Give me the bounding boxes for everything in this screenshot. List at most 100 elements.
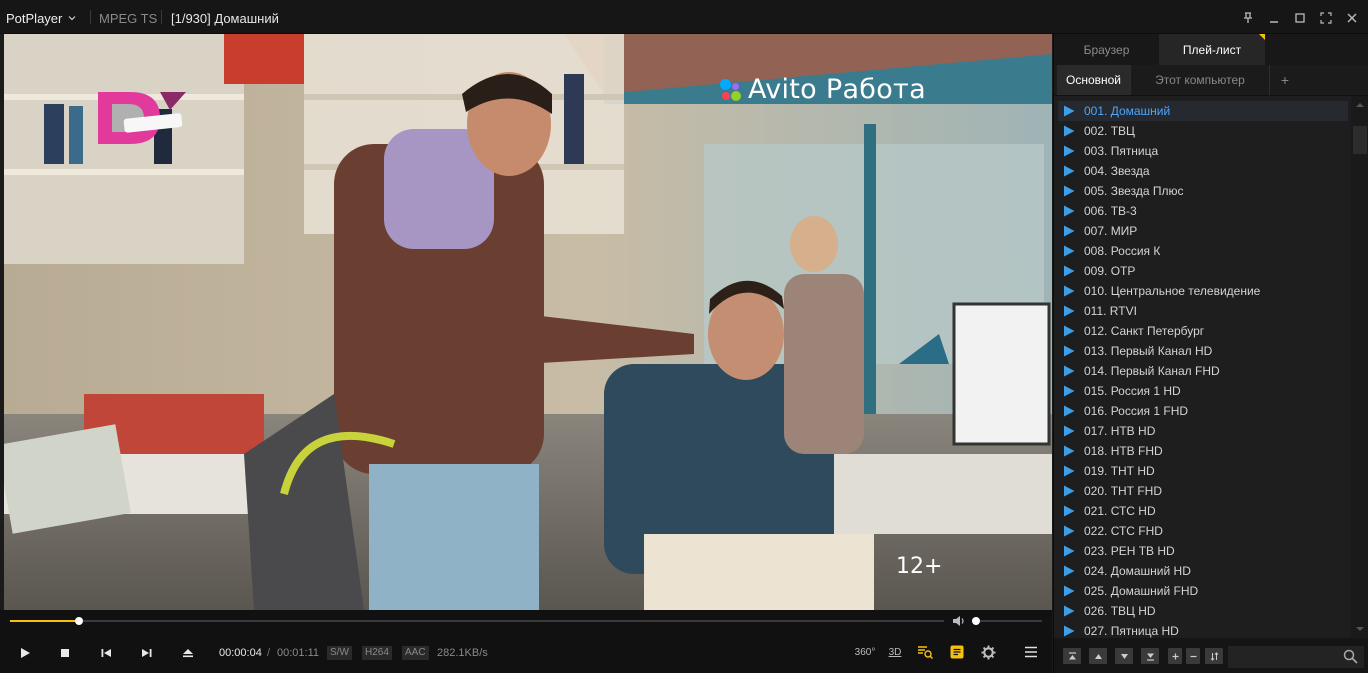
playlist-item[interactable]: 010. Центральное телевидение	[1058, 281, 1348, 301]
active-tab-marker	[1259, 34, 1265, 40]
main-menu-button[interactable]	[1020, 641, 1042, 663]
playlist-toggle-button[interactable]	[946, 641, 968, 663]
play-item-icon	[1064, 465, 1075, 477]
playlist-item[interactable]: 013. Первый Канал HD	[1058, 341, 1348, 361]
playlist-item-label: 019. ТНТ HD	[1084, 464, 1155, 478]
subtab-this-computer[interactable]: Этот компьютер	[1130, 65, 1270, 95]
stop-button[interactable]	[54, 642, 76, 664]
app-menu-button[interactable]: PotPlayer	[6, 8, 76, 28]
close-button[interactable]	[1342, 8, 1362, 28]
playlist-item[interactable]: 011. RTVI	[1058, 301, 1348, 321]
panel-tabs: Браузер Плей-лист	[1054, 34, 1368, 65]
settings-button[interactable]	[977, 641, 999, 663]
previous-button[interactable]	[95, 642, 117, 664]
play-item-icon	[1064, 525, 1075, 537]
playlist-item[interactable]: 004. Звезда	[1058, 161, 1348, 181]
playlist-item-label: 008. Россия К	[1084, 244, 1161, 258]
3d-button[interactable]: 3D	[884, 641, 906, 663]
playlist-item[interactable]: 020. ТНТ FHD	[1058, 481, 1348, 501]
minimize-button[interactable]	[1264, 8, 1284, 28]
seek-handle[interactable]	[75, 617, 84, 625]
remove-item-button[interactable]	[1186, 648, 1200, 664]
maximize-icon	[1295, 13, 1305, 23]
playlist-search-input[interactable]	[1228, 646, 1364, 668]
playlist-item[interactable]: 016. Россия 1 FHD	[1058, 401, 1348, 421]
volume-slider[interactable]	[972, 617, 1042, 625]
scroll-down-icon[interactable]	[1355, 624, 1365, 634]
move-bottom-icon	[1146, 653, 1154, 661]
playlist-item[interactable]: 014. Первый Канал FHD	[1058, 361, 1348, 381]
control-bar: 00:00:04 / 00:01:11 S/W H264 AAC 282.1KB…	[0, 632, 1052, 673]
playlist-item[interactable]: 008. Россия К	[1058, 241, 1348, 261]
playlist-item[interactable]: 019. ТНТ HD	[1058, 461, 1348, 481]
add-playlist-tab-button[interactable]: +	[1270, 65, 1300, 95]
open-file-button[interactable]	[177, 642, 199, 664]
maximize-button[interactable]	[1290, 8, 1310, 28]
seek-bar[interactable]	[10, 617, 944, 625]
play-item-icon	[1064, 325, 1075, 337]
playlist-item[interactable]: 012. Санкт Петербург	[1058, 321, 1348, 341]
playlist-item-label: 013. Первый Канал HD	[1084, 344, 1213, 358]
add-item-button[interactable]	[1168, 648, 1182, 664]
volume-icon[interactable]	[952, 615, 966, 627]
playlist-item[interactable]: 017. НТВ HD	[1058, 421, 1348, 441]
playlist-item[interactable]: 009. ОТР	[1058, 261, 1348, 281]
bitrate-readout: 282.1KB/s	[437, 647, 488, 659]
sort-button[interactable]	[1205, 648, 1223, 664]
playlist-item[interactable]: 015. Россия 1 HD	[1058, 381, 1348, 401]
skip-next-icon	[142, 649, 152, 657]
play-item-icon	[1064, 505, 1075, 517]
total-duration: 00:01:11	[277, 647, 320, 659]
playlist-item[interactable]: 007. МИР	[1058, 221, 1348, 241]
playlist-item[interactable]: 027. Пятница HD	[1058, 621, 1348, 638]
media-title: [1/930] Домашний	[171, 11, 279, 26]
playlist-item[interactable]: 023. РЕН ТВ HD	[1058, 541, 1348, 561]
play-item-icon	[1064, 425, 1075, 437]
search-icon	[1343, 649, 1358, 664]
playlist-item-label: 011. RTVI	[1084, 304, 1137, 318]
move-up-button[interactable]	[1089, 648, 1107, 664]
move-top-icon	[1068, 651, 1076, 659]
move-up-icon	[1094, 653, 1102, 659]
3d-label: 3D	[888, 646, 902, 658]
play-button[interactable]	[14, 642, 36, 664]
playlist-item[interactable]: 026. ТВЦ HD	[1058, 601, 1348, 621]
pin-icon	[1244, 12, 1252, 23]
play-item-icon	[1064, 145, 1075, 157]
move-to-top-button[interactable]	[1063, 648, 1081, 664]
playlist-item[interactable]: 024. Домашний HD	[1058, 561, 1348, 581]
playlist-item[interactable]: 003. Пятница	[1058, 141, 1348, 161]
playlist-icon	[950, 645, 964, 659]
playlist-item-label: 002. ТВЦ	[1084, 124, 1135, 138]
playlist-item[interactable]: 022. СТС FHD	[1058, 521, 1348, 541]
playlist-item[interactable]: 002. ТВЦ	[1058, 121, 1348, 141]
pin-button[interactable]	[1238, 8, 1258, 28]
video-frame[interactable]: Avito Работа 12+	[4, 34, 1052, 610]
video-codec-tag[interactable]: H264	[362, 646, 392, 660]
tab-browser[interactable]: Браузер	[1054, 34, 1159, 65]
playlist-item-label: 026. ТВЦ HD	[1084, 604, 1156, 618]
playlist-item[interactable]: 018. НТВ FHD	[1058, 441, 1348, 461]
audio-codec-tag[interactable]: AAC	[402, 646, 429, 660]
volume-handle[interactable]	[972, 617, 981, 625]
tab-playlist[interactable]: Плей-лист	[1159, 34, 1265, 65]
age-rating-badge: 12+	[896, 554, 943, 579]
playlist-search-button[interactable]	[914, 641, 936, 663]
playlist-item[interactable]: 021. СТС HD	[1058, 501, 1348, 521]
move-down-button[interactable]	[1115, 648, 1133, 664]
playlist-item[interactable]: 005. Звезда Плюс	[1058, 181, 1348, 201]
play-item-icon	[1064, 105, 1075, 117]
playlist-scrollbar[interactable]	[1351, 96, 1368, 638]
scrollbar-thumb[interactable]	[1353, 126, 1367, 154]
playlist-item[interactable]: 006. ТВ-3	[1058, 201, 1348, 221]
fullscreen-button[interactable]	[1316, 8, 1336, 28]
decoder-tag[interactable]: S/W	[327, 646, 352, 660]
playlist-item[interactable]: 025. Домашний FHD	[1058, 581, 1348, 601]
vr-360-button[interactable]: 360°	[852, 641, 878, 663]
next-button[interactable]	[136, 642, 158, 664]
move-to-bottom-button[interactable]	[1141, 648, 1159, 664]
scroll-up-icon[interactable]	[1355, 100, 1365, 110]
subtab-main[interactable]: Основной	[1057, 65, 1130, 95]
playlist-item-label: 012. Санкт Петербург	[1084, 324, 1205, 338]
playlist-item[interactable]: 001. Домашний	[1058, 101, 1348, 121]
